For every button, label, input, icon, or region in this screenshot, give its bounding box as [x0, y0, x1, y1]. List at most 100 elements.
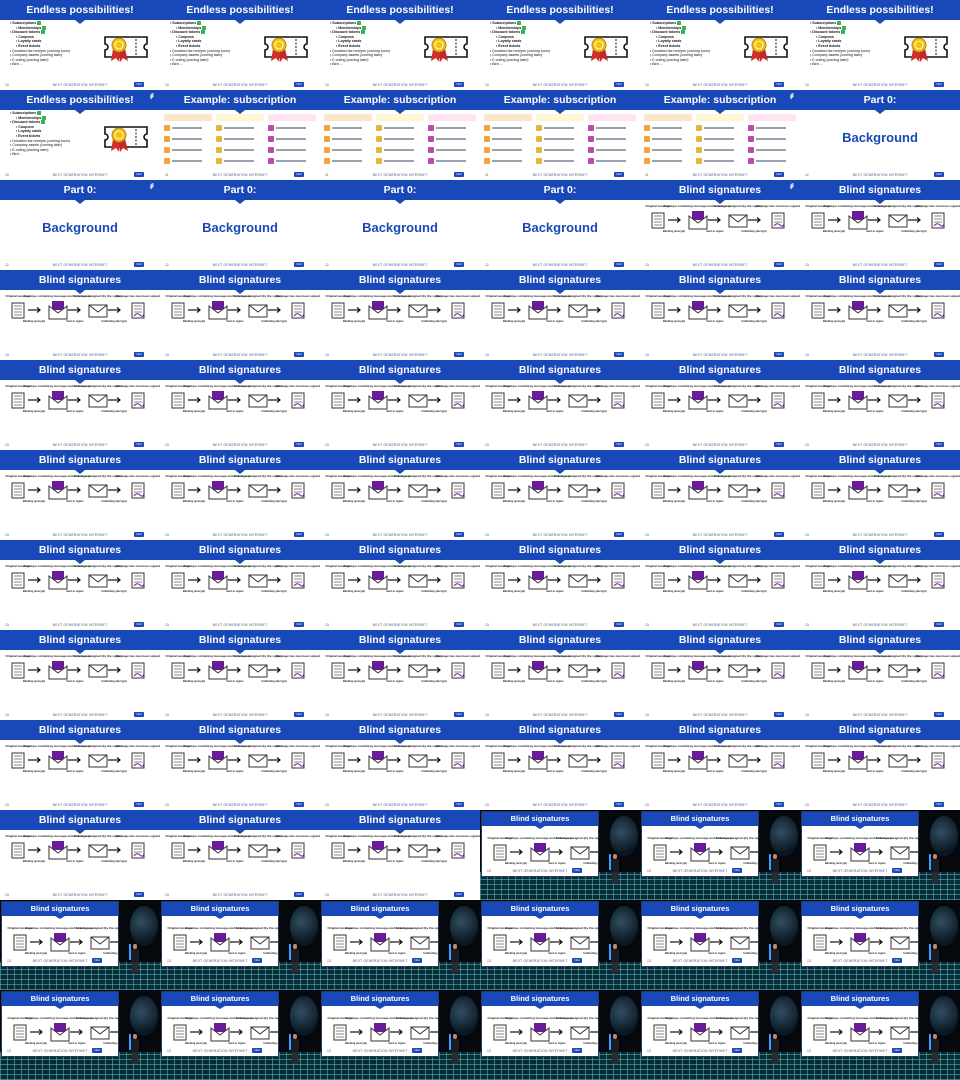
- label-signed: Envelope is signed (by the signer): [396, 926, 439, 930]
- video-frame-thumbnail[interactable]: Blind signatures Original message Envelope…: [640, 180, 800, 270]
- video-frame-thumbnail[interactable]: Blind signatures Original message Envelope…: [480, 360, 640, 450]
- ngi-logo: NGI: [454, 892, 464, 897]
- video-frame-thumbnail[interactable]: Example: subscription 11 NEXT GENERATION I…: [160, 90, 320, 180]
- video-frame-thumbnail[interactable]: Endless possibilities! • Subscriptions • M…: [0, 0, 160, 90]
- video-frame-thumbnail[interactable]: Part 0: Background 12 NEXT GENERATION INTER…: [320, 180, 480, 270]
- video-frame-thumbnail[interactable]: Blind signatures Original message Envelope…: [800, 990, 960, 1080]
- video-frame-thumbnail[interactable]: Part 0: Background 12 NEXT GENERATION INTER…: [480, 180, 640, 270]
- slide-footer: 13 NEXT GENERATION INTERNET NGI: [160, 892, 320, 900]
- video-frame-thumbnail[interactable]: Blind signatures Original message Envelope…: [0, 270, 160, 360]
- video-frame-thumbnail[interactable]: Blind signatures Original message Envelope…: [640, 810, 800, 900]
- step-sent: Sent to signer: [228, 1041, 245, 1045]
- video-frame-thumbnail[interactable]: Blind signatures Original message Envelope…: [0, 630, 160, 720]
- video-frame-thumbnail[interactable]: Blind signatures Original message Envelope…: [0, 540, 160, 630]
- video-frame-thumbnail[interactable]: Blind signatures Original message Envelope…: [480, 270, 640, 360]
- video-frame-thumbnail[interactable]: Endless possibilities! • Subscriptions • M…: [480, 0, 640, 90]
- bullet-text: • E-voting (coming later): [170, 57, 209, 62]
- video-frame-thumbnail[interactable]: Blind signatures Original message Envelope…: [0, 360, 160, 450]
- bullet-text: • Donation tax receipts (coming soon): [490, 48, 550, 53]
- step-sent: Sent to signer: [546, 409, 563, 413]
- video-frame-thumbnail[interactable]: Blind signatures Original message Envelope…: [160, 630, 320, 720]
- bullet-list: • Subscriptions • Memberships • Discount t…: [490, 21, 550, 67]
- example-row: [376, 145, 424, 154]
- video-frame-thumbnail[interactable]: Blind signatures Original message Envelope…: [640, 450, 800, 540]
- video-frame-thumbnail[interactable]: Blind signatures Original message Envelope…: [480, 630, 640, 720]
- video-frame-thumbnail[interactable]: Blind signatures Original message Envelope…: [0, 450, 160, 540]
- video-frame-thumbnail[interactable]: Part 0: Background 12 NEXT GENERATION INTER…: [160, 180, 320, 270]
- video-frame-thumbnail[interactable]: Endless possibilities! • Subscriptions • M…: [160, 0, 320, 90]
- video-frame-thumbnail[interactable]: Endless possibilities! • Subscriptions • M…: [640, 0, 800, 90]
- video-frame-thumbnail[interactable]: Part 0: Background 12 NEXT GENERATION INTER…: [0, 180, 160, 270]
- document-icon: [813, 934, 827, 951]
- video-frame-thumbnail[interactable]: Blind signatures Original message Envelope…: [320, 450, 480, 540]
- video-frame-thumbnail[interactable]: Blind signatures Original message Envelope…: [0, 810, 160, 900]
- video-frame-thumbnail[interactable]: Endless possibilities! • Subscriptions • M…: [0, 90, 160, 180]
- video-frame-thumbnail[interactable]: Blind signatures Original message Envelope…: [160, 450, 320, 540]
- label-signed: Envelope is signed (by the signer): [394, 384, 443, 388]
- video-frame-thumbnail[interactable]: Blind signatures Original message Envelope…: [480, 540, 640, 630]
- bullet-text: • Discount tokens: [10, 30, 41, 35]
- video-frame-thumbnail[interactable]: Blind signatures Original message Envelope…: [320, 630, 480, 720]
- video-frame-thumbnail[interactable]: Blind signatures Original message Envelope…: [640, 630, 800, 720]
- video-frame-thumbnail[interactable]: Blind signatures Original message Envelope…: [640, 540, 800, 630]
- video-frame-thumbnail[interactable]: Blind signatures Original message Envelope…: [0, 720, 160, 810]
- video-frame-thumbnail[interactable]: Blind signatures Original message Envelope…: [0, 900, 160, 990]
- video-frame-thumbnail[interactable]: Blind signatures Original message Envelope…: [320, 990, 480, 1080]
- video-frame-thumbnail[interactable]: Blind signatures Original message Envelope…: [480, 720, 640, 810]
- video-frame-thumbnail[interactable]: Blind signatures Original message Envelope…: [480, 900, 640, 990]
- video-frame-thumbnail[interactable]: Blind signatures Original message Envelope…: [800, 810, 960, 900]
- slide-footer: 13 NEXT GENERATION INTERNET NGI: [0, 802, 160, 810]
- video-frame-thumbnail[interactable]: Endless possibilities! • Subscriptions • M…: [320, 0, 480, 90]
- video-frame-thumbnail[interactable]: Blind signatures Original message Envelope…: [800, 630, 960, 720]
- video-frame-thumbnail[interactable]: Part 0: Background 12 NEXT GENERATION INTER…: [800, 90, 960, 180]
- video-frame-thumbnail[interactable]: Example: subscription 11 NEXT GENERATION I…: [640, 90, 800, 180]
- step-unblinding: Unblinding (decrypt): [421, 499, 446, 503]
- video-frame-thumbnail[interactable]: Blind signatures Original message Envelope…: [800, 540, 960, 630]
- video-frame-thumbnail[interactable]: Blind signatures Original message Envelope…: [320, 900, 480, 990]
- video-frame-thumbnail[interactable]: Blind signatures Original message Envelope…: [800, 180, 960, 270]
- video-frame-thumbnail[interactable]: Example: subscription 11 NEXT GENERATION I…: [320, 90, 480, 180]
- video-frame-thumbnail[interactable]: Blind signatures Original message Envelope…: [320, 720, 480, 810]
- video-frame-thumbnail[interactable]: Blind signatures Original message Envelope…: [320, 360, 480, 450]
- video-frame-thumbnail[interactable]: Blind signatures Original message Envelope…: [160, 990, 320, 1080]
- video-frame-thumbnail[interactable]: Blind signatures Original message Envelope…: [320, 810, 480, 900]
- purple-sheet: [374, 933, 386, 942]
- video-frame-thumbnail[interactable]: Blind signatures Original message Envelope…: [640, 270, 800, 360]
- video-frame-thumbnail[interactable]: Endless possibilities! • Subscriptions • M…: [800, 0, 960, 90]
- video-frame-thumbnail[interactable]: Blind signatures Original message Envelope…: [480, 810, 640, 900]
- example-row-text: [544, 137, 574, 140]
- video-frame-thumbnail[interactable]: Blind signatures Original message Envelope…: [160, 360, 320, 450]
- label-signed: Envelope is signed (by the signer): [74, 384, 123, 388]
- example-row: [696, 123, 744, 132]
- step-unblinding: Unblinding (decrypt): [583, 1041, 599, 1045]
- example-row: [428, 145, 476, 154]
- video-frame-thumbnail[interactable]: Blind signatures Original message Envelope…: [800, 900, 960, 990]
- video-frame-thumbnail[interactable]: Blind signatures Original message Envelope…: [640, 990, 800, 1080]
- video-frame-thumbnail[interactable]: Blind signatures Original message Envelope…: [160, 720, 320, 810]
- step-sent: Sent to signer: [706, 499, 723, 503]
- example-row: [376, 123, 424, 132]
- video-frame-thumbnail[interactable]: Blind signatures Original message Envelope…: [0, 990, 160, 1080]
- video-frame-thumbnail[interactable]: Blind signatures Original message Envelope…: [640, 900, 800, 990]
- video-frame-thumbnail[interactable]: Blind signatures Original message Envelope…: [480, 990, 640, 1080]
- video-frame-thumbnail[interactable]: Blind signatures Original message Envelope…: [640, 360, 800, 450]
- video-frame-thumbnail[interactable]: Blind signatures Original message Envelope…: [800, 270, 960, 360]
- blind-signature-flow: Original messageEnvelope containing mess…: [805, 294, 960, 323]
- video-frame-thumbnail[interactable]: Example: subscription 11 NEXT GENERATION I…: [480, 90, 640, 180]
- video-frame-thumbnail[interactable]: Blind signatures Original message Envelope…: [480, 450, 640, 540]
- video-frame-thumbnail[interactable]: Blind signatures Original message Envelope…: [320, 270, 480, 360]
- video-frame-thumbnail[interactable]: Blind signatures Original message Envelope…: [800, 720, 960, 810]
- video-frame-thumbnail[interactable]: Blind signatures Original message Envelope…: [160, 540, 320, 630]
- label-result: Message has now been signed: [276, 384, 320, 388]
- slide-title: Endless possibilities!: [800, 0, 960, 24]
- video-frame-thumbnail[interactable]: Blind signatures Original message Envelope…: [160, 900, 320, 990]
- video-frame-thumbnail[interactable]: Blind signatures Original message Envelope…: [640, 720, 800, 810]
- bullet-text: • Memberships: [16, 115, 42, 120]
- video-frame-thumbnail[interactable]: Blind signatures Original message Envelope…: [800, 360, 960, 450]
- example-row: [164, 145, 212, 154]
- video-frame-thumbnail[interactable]: Blind signatures Original message Envelope…: [160, 810, 320, 900]
- video-frame-thumbnail[interactable]: Blind signatures Original message Envelope…: [160, 270, 320, 360]
- video-frame-thumbnail[interactable]: Blind signatures Original message Envelope…: [800, 450, 960, 540]
- video-frame-thumbnail[interactable]: Blind signatures Original message Envelope…: [320, 540, 480, 630]
- slide-background: Part 0: Background 12 NEXT GENERATION INTER…: [0, 180, 160, 270]
